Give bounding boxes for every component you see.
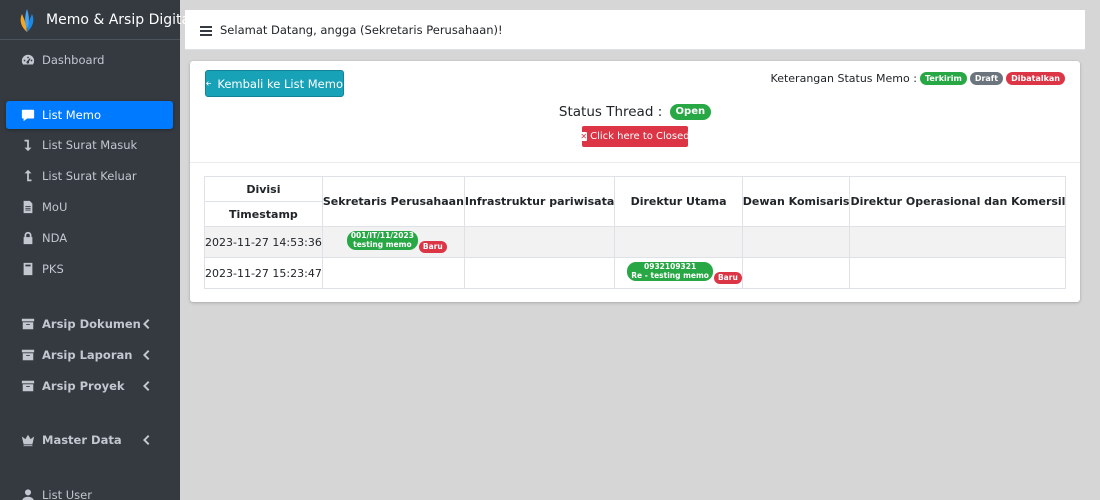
chevron-left-icon xyxy=(141,380,151,392)
chevron-left-icon xyxy=(141,318,151,330)
table-cell xyxy=(849,226,1067,258)
sidebar-item-label: PKS xyxy=(42,262,64,276)
timestamp-cell: 2023-11-27 14:53:36 xyxy=(204,226,323,258)
user-icon xyxy=(20,487,36,500)
sidebar-item-label: List Surat Masuk xyxy=(42,138,138,152)
chevron-left-icon xyxy=(141,434,151,446)
memo-title: testing memo xyxy=(353,239,412,249)
archive-icon xyxy=(20,316,36,332)
brand[interactable]: Memo & Arsip Digital xyxy=(0,0,194,40)
sidebar-item-dashboard[interactable]: Dashboard xyxy=(6,46,173,74)
sidebar-item-label: Dashboard xyxy=(42,53,105,67)
sidebar-item-label: Arsip Laporan xyxy=(42,348,133,362)
sidebar-item-label: MoU xyxy=(42,200,68,214)
sidebar-item-mou[interactable]: MoU xyxy=(6,193,173,221)
legend-sent-badge: Terkirim xyxy=(919,72,967,85)
table-row: 2023-11-27 14:53:36 001/IT/11/2023 testi… xyxy=(204,226,1067,258)
sidebar-item-label: Arsip Dokumen xyxy=(42,317,141,331)
file-icon xyxy=(20,199,36,215)
memo-title: Re - testing memo xyxy=(631,270,709,280)
book-icon xyxy=(20,261,36,277)
thread-status-badge: Open xyxy=(669,104,712,120)
table-header-row: Divisi Sekretaris Perusahaan Infrastrukt… xyxy=(204,176,1067,227)
comment-icon xyxy=(20,107,36,123)
memo-link[interactable]: 0932109321 Re - testing memo xyxy=(627,262,713,282)
sidebar-item-label: List Memo xyxy=(42,108,101,122)
timestamp-cell: 2023-11-27 15:23:47 xyxy=(204,257,323,289)
tachometer-icon xyxy=(20,52,36,68)
table-cell xyxy=(463,226,616,258)
arrow-left-icon xyxy=(206,81,212,86)
sidebar-item-list-surat-masuk[interactable]: List Surat Masuk xyxy=(6,131,173,159)
arrow-down-icon xyxy=(20,137,36,153)
back-button-label: Kembali ke List Memo xyxy=(217,76,343,91)
sidebar-item-pks[interactable]: PKS xyxy=(6,255,173,283)
table-row: 2023-11-27 15:23:47 0932109321 Re - test… xyxy=(204,257,1067,289)
memo-thread-card: Kembali ke List Memo Keterangan Status M… xyxy=(190,61,1080,302)
back-to-list-button[interactable]: Kembali ke List Memo xyxy=(205,70,344,97)
column-header: Infrastruktur pariwisata xyxy=(463,176,616,227)
chevron-left-icon xyxy=(141,349,151,361)
sidebar: Memo & Arsip Digital Dashboard List Memo… xyxy=(0,0,194,500)
column-header: Direktur Operasional dan Komersil xyxy=(849,176,1067,227)
thread-status: Status Thread : Open xyxy=(190,104,1080,120)
brand-name: Memo & Arsip Digital xyxy=(46,11,194,28)
sidebar-item-arsip-dokumen[interactable]: Arsip Dokumen xyxy=(6,310,173,338)
archive-icon xyxy=(20,378,36,394)
close-box-icon: ✕ xyxy=(580,132,588,141)
sidebar-item-label: Arsip Proyek xyxy=(42,379,125,393)
legend-cancelled-badge: Dibatalkan xyxy=(1006,72,1065,85)
memo-thread-table: Divisi Sekretaris Perusahaan Infrastrukt… xyxy=(204,176,1067,289)
sidebar-item-arsip-laporan[interactable]: Arsip Laporan xyxy=(6,341,173,369)
top-navbar: Selamat Datang, angga (Sekretaris Perusa… xyxy=(185,10,1085,50)
memo-cell: 001/IT/11/2023 testing memo Baru xyxy=(321,226,465,258)
column-header: Direktur Utama xyxy=(614,176,743,227)
sidebar-item-list-surat-keluar[interactable]: List Surat Keluar xyxy=(6,162,173,190)
divider xyxy=(190,162,1080,163)
memo-link[interactable]: 001/IT/11/2023 testing memo xyxy=(346,231,418,251)
brand-logo-icon xyxy=(16,7,38,33)
table-cell xyxy=(614,226,743,258)
close-thread-button[interactable]: ✕ Click here to Closed xyxy=(580,126,690,147)
memo-cell: 0932109321 Re - testing memo Baru xyxy=(614,257,743,289)
table-cell xyxy=(849,257,1067,289)
sidebar-item-list-memo[interactable]: List Memo xyxy=(6,101,173,129)
legend-label: Keterangan Status Memo : xyxy=(770,72,917,85)
status-legend: Keterangan Status Memo : Terkirim Draft … xyxy=(771,72,1065,85)
welcome-text: Selamat Datang, angga (Sekretaris Perusa… xyxy=(220,22,503,37)
column-header: Dewan Komisaris xyxy=(741,176,851,227)
column-header: Sekretaris Perusahaan xyxy=(321,176,465,227)
sidebar-item-label: Master Data xyxy=(42,433,122,447)
sidebar-item-nda[interactable]: NDA xyxy=(6,224,173,252)
new-badge: Baru xyxy=(418,240,447,253)
hamburger-menu-icon[interactable] xyxy=(200,25,212,36)
lock-icon xyxy=(20,230,36,246)
close-thread-label: Click here to Closed xyxy=(590,131,690,142)
sidebar-item-list-user[interactable]: List User xyxy=(6,481,173,500)
column-header-divisi: Divisi xyxy=(204,176,323,202)
column-header-timestamp: Timestamp xyxy=(204,201,323,227)
sidebar-item-arsip-proyek[interactable]: Arsip Proyek xyxy=(6,372,173,400)
archive-icon xyxy=(20,347,36,363)
new-badge: Baru xyxy=(713,271,742,284)
table-cell xyxy=(741,226,851,258)
sidebar-item-master-data[interactable]: Master Data xyxy=(6,426,173,454)
crown-icon xyxy=(20,432,36,448)
sidebar-item-label: NDA xyxy=(42,231,68,245)
sidebar-item-label: List User xyxy=(42,488,92,500)
table-cell xyxy=(741,257,851,289)
thread-status-label: Status Thread : xyxy=(558,104,663,120)
sidebar-item-label: List Surat Keluar xyxy=(42,169,137,183)
arrow-up-icon xyxy=(20,168,36,184)
legend-draft-badge: Draft xyxy=(969,72,1004,85)
table-cell xyxy=(463,257,616,289)
table-cell xyxy=(321,257,465,289)
